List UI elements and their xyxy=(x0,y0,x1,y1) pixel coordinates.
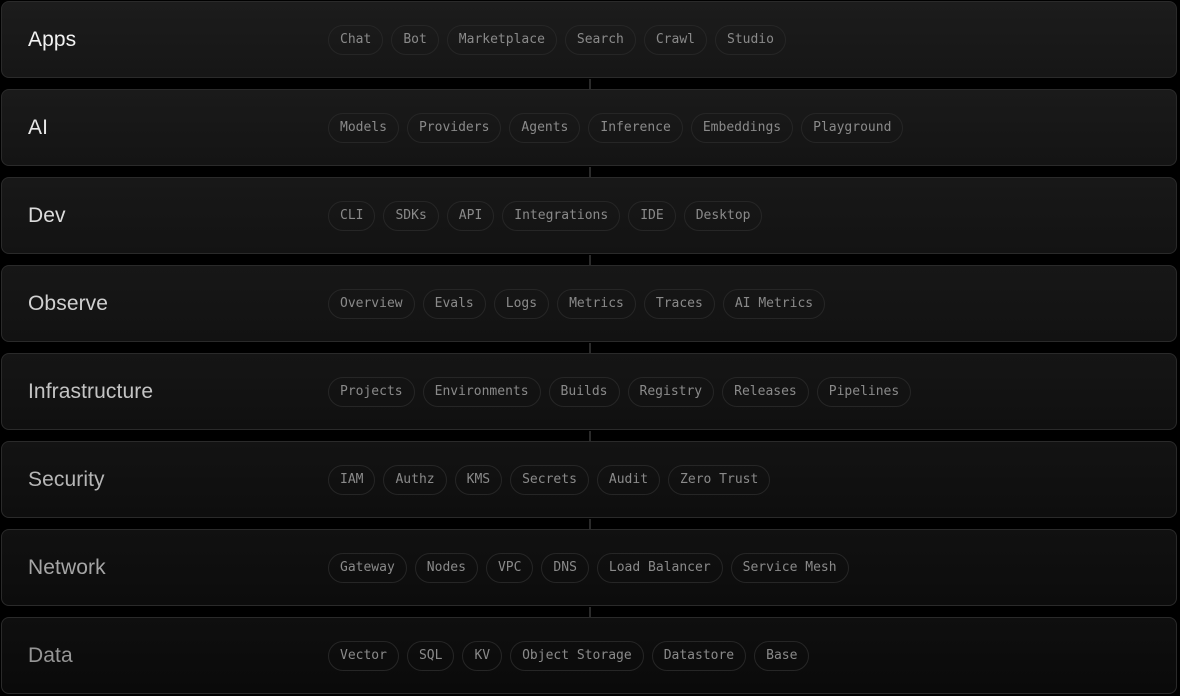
chip-sql[interactable]: SQL xyxy=(406,640,455,671)
chip-vector[interactable]: Vector xyxy=(328,640,399,671)
chip-chat[interactable]: Chat xyxy=(328,24,384,55)
chip-iam[interactable]: IAM xyxy=(328,464,376,495)
layer-title: AI xyxy=(28,115,49,139)
chip-dns[interactable]: DNS xyxy=(541,552,589,583)
chip-traces[interactable]: Traces xyxy=(643,288,715,319)
chip-ai-metrics[interactable]: AI Metrics xyxy=(722,288,826,319)
chip-ide[interactable]: IDE xyxy=(628,200,676,231)
layer-row-data: Data Vector SQL KV Object Storage Datast… xyxy=(1,617,1177,694)
layer-stack: Apps Chat Bot Marketplace Search Crawl S… xyxy=(0,0,1180,696)
chip-marketplace[interactable]: Marketplace xyxy=(446,24,557,55)
chip-overview[interactable]: Overview xyxy=(328,288,415,319)
chip-list: Models Providers Agents Inference Embedd… xyxy=(328,112,904,143)
chip-crawl[interactable]: Crawl xyxy=(643,24,707,55)
connector-line xyxy=(589,343,591,353)
chip-desktop[interactable]: Desktop xyxy=(683,200,763,231)
chip-kms[interactable]: KMS xyxy=(454,464,503,495)
chip-gateway[interactable]: Gateway xyxy=(328,552,407,583)
layer-row-dev: Dev CLI SDKs API Integrations IDE Deskto… xyxy=(1,177,1177,254)
layer-row-infrastructure: Infrastructure Projects Environments Bui… xyxy=(1,353,1177,430)
chip-studio[interactable]: Studio xyxy=(715,24,786,55)
layer-row-ai: AI Models Providers Agents Inference Emb… xyxy=(1,89,1177,166)
chip-evals[interactable]: Evals xyxy=(422,288,486,319)
chip-authz[interactable]: Authz xyxy=(383,464,447,495)
chip-models[interactable]: Models xyxy=(328,112,399,143)
chip-cli[interactable]: CLI xyxy=(328,200,376,231)
chip-playground[interactable]: Playground xyxy=(801,112,904,143)
chip-providers[interactable]: Providers xyxy=(406,112,502,143)
chip-logs[interactable]: Logs xyxy=(493,288,550,319)
chip-inference[interactable]: Inference xyxy=(588,112,683,143)
chip-api[interactable]: API xyxy=(446,200,495,231)
layer-title: Data xyxy=(28,643,73,667)
layer-row-apps: Apps Chat Bot Marketplace Search Crawl S… xyxy=(1,1,1177,78)
layer-row-network: Network Gateway Nodes VPC DNS Load Balan… xyxy=(1,529,1177,606)
chip-object-storage[interactable]: Object Storage xyxy=(510,640,644,671)
chip-list: Chat Bot Marketplace Search Crawl Studio xyxy=(328,24,786,55)
chip-pipelines[interactable]: Pipelines xyxy=(816,376,912,407)
chip-sdks[interactable]: SDKs xyxy=(383,200,439,231)
chip-metrics[interactable]: Metrics xyxy=(557,288,636,319)
chip-list: Overview Evals Logs Metrics Traces AI Me… xyxy=(328,288,826,319)
connector-line xyxy=(589,519,591,529)
chip-kv[interactable]: KV xyxy=(462,640,503,671)
chip-list: Gateway Nodes VPC DNS Load Balancer Serv… xyxy=(328,552,849,583)
connector-line xyxy=(589,431,591,441)
chip-bot[interactable]: Bot xyxy=(391,24,439,55)
chip-zero-trust[interactable]: Zero Trust xyxy=(668,464,771,495)
chip-list: Vector SQL KV Object Storage Datastore B… xyxy=(328,640,810,671)
chip-embeddings[interactable]: Embeddings xyxy=(690,112,794,143)
chip-list: CLI SDKs API Integrations IDE Desktop xyxy=(328,200,763,231)
chip-vpc[interactable]: VPC xyxy=(485,552,534,583)
layer-row-observe: Observe Overview Evals Logs Metrics Trac… xyxy=(1,265,1177,342)
connector-line xyxy=(589,607,591,617)
layer-title: Dev xyxy=(28,203,66,227)
connector-line xyxy=(589,79,591,89)
connector-line xyxy=(589,255,591,265)
connector-line xyxy=(589,167,591,177)
chip-search[interactable]: Search xyxy=(564,24,636,55)
chip-nodes[interactable]: Nodes xyxy=(414,552,478,583)
chip-releases[interactable]: Releases xyxy=(722,376,809,407)
layer-row-security: Security IAM Authz KMS Secrets Audit Zer… xyxy=(1,441,1177,518)
chip-projects[interactable]: Projects xyxy=(328,376,415,407)
layer-title: Observe xyxy=(28,291,109,315)
layer-title: Network xyxy=(28,555,106,579)
chip-service-mesh[interactable]: Service Mesh xyxy=(730,552,849,583)
chip-registry[interactable]: Registry xyxy=(627,376,715,407)
layer-title: Security xyxy=(28,467,105,491)
layer-title: Apps xyxy=(28,27,77,51)
chip-integrations[interactable]: Integrations xyxy=(502,200,621,231)
chip-environments[interactable]: Environments xyxy=(422,376,541,407)
chip-builds[interactable]: Builds xyxy=(548,376,620,407)
layer-title: Infrastructure xyxy=(28,379,154,403)
chip-base[interactable]: Base xyxy=(754,640,810,671)
chip-audit[interactable]: Audit xyxy=(596,464,661,495)
chip-secrets[interactable]: Secrets xyxy=(510,464,589,495)
chip-list: Projects Environments Builds Registry Re… xyxy=(328,376,912,407)
chip-list: IAM Authz KMS Secrets Audit Zero Trust xyxy=(328,464,771,495)
chip-datastore[interactable]: Datastore xyxy=(651,640,747,671)
chip-load-balancer[interactable]: Load Balancer xyxy=(596,552,723,583)
chip-agents[interactable]: Agents xyxy=(509,112,581,143)
